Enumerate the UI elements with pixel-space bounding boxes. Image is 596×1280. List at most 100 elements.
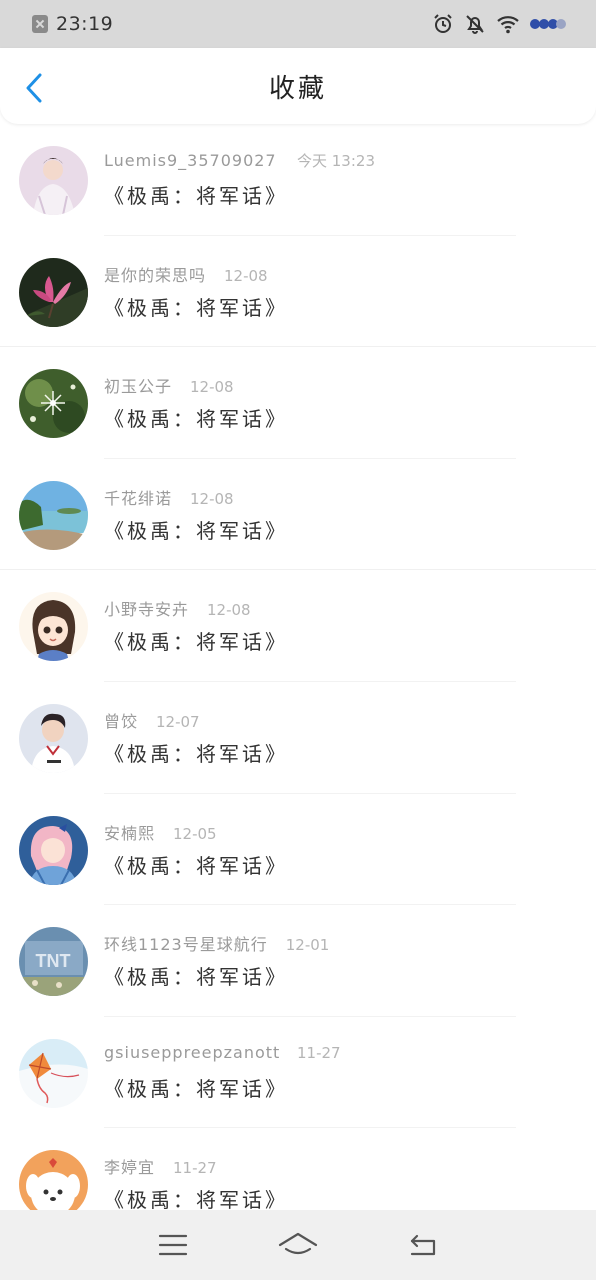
avatar[interactable]: TNT — [19, 927, 88, 997]
username[interactable]: 初玉公子 — [104, 373, 172, 397]
list-item[interactable]: Luemis9_35709027 ... 今天 13:23 《极禹：将军话》 — [0, 124, 596, 236]
back-button[interactable] — [20, 72, 48, 104]
timestamp: 12-07 — [156, 712, 200, 731]
username[interactable]: 千花绯诺 — [104, 485, 172, 509]
item-text: gsiuseppreepzanotti 11-27 《极禹：将军话》 — [104, 1043, 576, 1102]
timestamp: 12-08 — [190, 378, 234, 397]
avatar[interactable] — [19, 146, 88, 215]
timestamp: 12-08 — [190, 489, 234, 508]
avatar-pink-hair-icon — [19, 815, 88, 885]
mute-bell-icon — [466, 15, 484, 34]
alarm-icon — [434, 14, 452, 33]
meta-line: 李婷宜 11-27 — [104, 1154, 576, 1178]
status-time: 23:19 — [56, 13, 114, 35]
book-title[interactable]: 《极禹：将军话》 — [104, 1184, 576, 1210]
list-item[interactable]: 小野寺安卉 12-08 《极禹：将军话》 — [0, 570, 596, 682]
avatar-person-jersey-icon — [19, 703, 88, 773]
username[interactable]: 李婷宜 — [104, 1154, 155, 1178]
notification-icon — [32, 15, 48, 33]
timestamp: 12-08 — [224, 266, 268, 285]
meta-line: 环线1123号星球航行 12-01 — [104, 931, 576, 955]
item-text: Luemis9_35709027 ... 今天 13:23 《极禹：将军话》 — [104, 150, 576, 209]
list-item[interactable]: 李婷宜 11-27 《极禹：将军话》 — [0, 1128, 596, 1210]
book-title[interactable]: 《极禹：将军话》 — [104, 180, 576, 209]
item-text: 是你的荣思吗 12-08 《极禹：将军话》 — [104, 262, 576, 321]
username[interactable]: 是你的荣思吗 — [104, 262, 206, 286]
meta-line: Luemis9_35709027 ... 今天 13:23 — [104, 150, 576, 174]
meta-line: 安楠熙 12-05 — [104, 820, 576, 844]
timestamp: 12-08 — [207, 601, 251, 620]
username[interactable]: Luemis9_35709027 ... — [104, 151, 279, 170]
status-left: 23:19 — [32, 13, 113, 35]
item-text: 曾饺 12-07 《极禹：将军话》 — [104, 708, 576, 767]
avatar-tnt-sign-icon: TNT — [19, 927, 88, 997]
home-button[interactable] — [273, 1225, 323, 1265]
list-item[interactable]: 千花绯诺 12-08 《极禹：将军话》 — [0, 459, 596, 571]
meta-line: 是你的荣思吗 12-08 — [104, 262, 576, 286]
avatar[interactable] — [19, 1038, 88, 1108]
list-item[interactable]: TNT 环线1123号星球航行 12-01 《极禹：将军话》 — [0, 905, 596, 1017]
username[interactable]: 安楠熙 — [104, 820, 155, 844]
list-item[interactable]: gsiuseppreepzanotti 11-27 《极禹：将军话》 — [0, 1017, 596, 1129]
back-nav-button[interactable] — [398, 1225, 448, 1265]
meta-line: 曾饺 12-07 — [104, 708, 576, 732]
wifi-icon — [497, 16, 519, 34]
book-title[interactable]: 《极禹：将军话》 — [104, 626, 576, 655]
book-title[interactable]: 《极禹：将军话》 — [104, 515, 576, 544]
system-nav-bar — [0, 1210, 596, 1280]
signal-icon — [530, 19, 566, 29]
item-text: 小野寺安卉 12-08 《极禹：将军话》 — [104, 596, 576, 655]
username[interactable]: gsiuseppreepzanotti — [104, 1043, 279, 1062]
username[interactable]: 曾饺 — [104, 708, 138, 732]
book-title[interactable]: 《极禹：将军话》 — [104, 738, 576, 767]
avatar-kite-icon — [19, 1038, 88, 1108]
svg-text:TNT: TNT — [36, 951, 71, 971]
avatar-anime-girl-icon — [19, 592, 88, 662]
avatar[interactable] — [19, 257, 88, 327]
book-title[interactable]: 《极禹：将军话》 — [104, 961, 576, 990]
timestamp: 12-05 — [173, 824, 217, 843]
avatar-puppy-icon — [19, 1150, 88, 1210]
list-item[interactable]: 曾饺 12-07 《极禹：将军话》 — [0, 682, 596, 794]
avatar[interactable] — [19, 592, 88, 662]
avatar[interactable] — [19, 815, 88, 885]
timestamp: 11-27 — [297, 1043, 341, 1062]
username[interactable]: 环线1123号星球航行 — [104, 931, 268, 955]
item-text: 环线1123号星球航行 12-01 《极禹：将军话》 — [104, 931, 576, 990]
meta-line: 千花绯诺 12-08 — [104, 485, 576, 509]
meta-line: 初玉公子 12-08 — [104, 373, 576, 397]
username[interactable]: 小野寺安卉 — [104, 596, 189, 620]
avatar[interactable] — [19, 369, 88, 439]
status-icons — [432, 13, 566, 35]
top-bar: 收藏 — [0, 48, 596, 124]
page-title: 收藏 — [268, 73, 327, 104]
item-text: 李婷宜 11-27 《极禹：将军话》 — [104, 1154, 576, 1210]
timestamp: 今天 13:23 — [297, 152, 375, 170]
book-title[interactable]: 《极禹：将军话》 — [104, 292, 576, 321]
book-title[interactable]: 《极禹：将军话》 — [104, 1073, 576, 1102]
chevron-left-icon — [26, 73, 42, 103]
avatar-magnolia-icon — [19, 257, 88, 327]
list-item[interactable]: 安楠熙 12-05 《极禹：将军话》 — [0, 794, 596, 906]
status-bar: 23:19 — [0, 0, 596, 48]
avatar[interactable] — [19, 703, 88, 773]
home-icon — [278, 1232, 318, 1255]
list-item[interactable]: 是你的荣思吗 12-08 《极禹：将军话》 — [0, 236, 596, 348]
item-text: 初玉公子 12-08 《极禹：将军话》 — [104, 373, 576, 432]
meta-line: 小野寺安卉 12-08 — [104, 596, 576, 620]
avatar-dandelion-icon — [19, 369, 88, 439]
avatar-seaside-icon — [19, 480, 88, 550]
item-text: 安楠熙 12-05 《极禹：将军话》 — [104, 820, 576, 879]
list-item[interactable]: 初玉公子 12-08 《极禹：将军话》 — [0, 347, 596, 459]
avatar[interactable] — [19, 480, 88, 550]
book-title[interactable]: 《极禹：将军话》 — [104, 403, 576, 432]
book-title[interactable]: 《极禹：将军话》 — [104, 850, 576, 879]
menu-icon — [158, 1234, 187, 1256]
avatar[interactable] — [19, 1150, 88, 1210]
menu-button[interactable] — [148, 1225, 198, 1265]
meta-line: gsiuseppreepzanotti 11-27 — [104, 1043, 576, 1067]
timestamp: 11-27 — [173, 1159, 217, 1178]
avatar-person-white-icon — [19, 146, 88, 215]
favorites-list: Luemis9_35709027 ... 今天 13:23 《极禹：将军话》 是… — [0, 124, 596, 1210]
back-icon — [411, 1234, 436, 1256]
